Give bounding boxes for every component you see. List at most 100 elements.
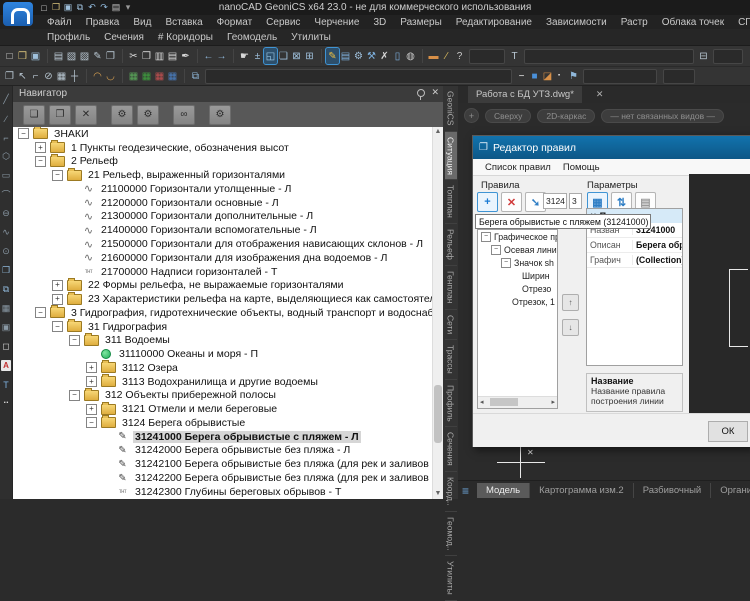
toolbar-combo[interactable] [205,69,512,84]
view-pill-— нет связанных видов —[interactable]: — нет связанных видов — [601,109,724,123]
add-view-button[interactable]: + [464,108,479,123]
rule-filter-field-2[interactable]: 3 [569,193,582,209]
table-a-button[interactable]: ▦ [153,68,166,84]
dialog-menu-Помощь[interactable]: Помощь [557,162,606,173]
side-tab-Генплан[interactable]: Генплан [445,266,457,309]
menu-item-Зависимости[interactable]: Зависимости [539,17,614,28]
dim-style-icon[interactable]: ⊟ [697,48,710,64]
color-swatch-icon[interactable]: ■ [528,68,541,84]
menu-item-Растр[interactable]: Растр [614,17,655,28]
tree-item[interactable]: ✎31242100 Берега обрывистые без пляжа (д… [13,457,443,471]
format-painter-button[interactable]: ❐ [3,68,16,84]
document-tab[interactable]: Работа с БД УТЗ.dwg* [468,86,582,103]
tree-hscrollbar[interactable]: ◂ ▸ [478,396,557,408]
tree-item[interactable]: +3121 Отмели и мели береговые [13,402,443,416]
tree-item[interactable]: +3113 Водохранилища и другие водоемы [13,375,443,389]
inspect-button[interactable]: ⚙ [352,48,365,64]
draw-pline-tool[interactable]: ⌐ [0,128,12,147]
zoom-realtime-button[interactable]: ± [251,48,264,64]
scroll-thumb[interactable] [490,398,518,406]
side-tab-Ситуация[interactable]: Ситуация [445,132,457,181]
menu-item-Сервис[interactable]: Сервис [259,17,307,28]
menu-item-Профиль[interactable]: Профиль [40,32,97,43]
ok-button[interactable]: ОК [708,421,748,442]
menu-item-Облака точек[interactable]: Облака точек [655,17,731,28]
toolbar-combo[interactable] [583,69,657,84]
collapse-minus-icon[interactable]: − [52,170,63,181]
menu-item-Файл[interactable]: Файл [40,17,79,28]
draw-spline-tool[interactable]: ∿ [0,223,12,242]
expand-plus-icon[interactable]: + [86,376,97,387]
white-tool[interactable]: ◻ [0,337,12,356]
tree-item[interactable]: −3 Гидрография, гидротехнические объекты… [13,306,443,320]
side-tab-Рельеф[interactable]: Рельеф [445,224,457,266]
rule-name-combo[interactable]: Берега обрывистые с пляжем (31241000) [475,214,651,229]
print-button[interactable]: ▤ [110,2,122,14]
zoom-scale-button[interactable]: ⊞ [303,48,316,64]
tools-a-button[interactable]: ⚒ [365,48,378,64]
tree-item[interactable]: 31110000 Океаны и моря - П [13,347,443,361]
pin-flag-icon[interactable]: ⚑ [567,68,580,84]
collapse-minus-icon[interactable]: − [69,335,80,346]
collapse-minus-icon[interactable]: − [86,417,97,428]
property-row[interactable]: Графич(Collection) [587,253,682,268]
tree-item[interactable]: −311 Водоемы [13,333,443,347]
scroll-down-icon[interactable]: ▼ [433,489,443,499]
side-tab-Геомод..[interactable]: Геомод.. [445,512,457,557]
text-t-tool[interactable]: T [0,375,12,394]
menu-item-3D[interactable]: 3D [366,17,393,28]
cut-button[interactable]: ✂ [127,48,140,64]
rule-tree-item[interactable]: Ширин [478,269,557,282]
save-button[interactable]: ▣ [62,2,74,14]
rule-tree-item[interactable]: Отрезо [478,282,557,295]
tree-item[interactable]: ∿21400000 Горизонтали вспомогательные - … [13,223,443,237]
menu-item-Вид[interactable]: Вид [126,17,158,28]
paste-button[interactable]: ▥ [153,48,166,64]
new-file-button[interactable]: □ [38,2,50,14]
arc-tool-button[interactable]: ◠ [91,68,104,84]
scroll-up-icon[interactable]: ▲ [433,127,443,137]
print-preview-button[interactable]: ▧ [65,48,78,64]
toolbar-combo[interactable] [663,69,695,84]
save-button[interactable]: ▣ [29,48,42,64]
points-tool[interactable]: ⠒ [0,394,12,413]
menu-item-Размеры[interactable]: Размеры [393,17,449,28]
nav-settings-button[interactable]: ⚙ [111,105,133,125]
edit-sheet-button[interactable]: ✎ [91,48,104,64]
menu-item-Черчение[interactable]: Черчение [307,17,366,28]
redo-button[interactable]: ↷ [98,2,110,14]
tree-item[interactable]: +23 Характеристики рельефа на карте, выд… [13,292,443,306]
rule-filter-field[interactable]: 3124 [543,193,567,209]
side-tab-Топплан[interactable]: Топплан [445,180,457,224]
array-button[interactable]: ▦ [55,68,68,84]
tree-item[interactable]: −ЗНАКИ [13,127,443,141]
collapse-minus-icon[interactable]: − [491,245,501,255]
tree-item[interactable]: +1 Пункты геодезические, обозначения выс… [13,141,443,155]
section-bar-button[interactable]: ▬ [427,48,440,64]
snap-button[interactable]: ┼ [68,68,81,84]
tree-item[interactable]: ∿21200000 Горизонтали основные - Л [13,196,443,210]
layout-tab-Разбивочный[interactable]: Разбивочный [634,483,712,498]
tree-item[interactable]: ∿21500000 Горизонтали для отображения на… [13,237,443,251]
tree-item[interactable]: ∿21300000 Горизонтали дополнительные - Л [13,210,443,224]
match-properties-button[interactable]: ✒ [179,48,192,64]
tree-item[interactable]: ∿21100000 Горизонтали утолщенные - Л [13,182,443,196]
property-row[interactable]: ОписанБерега обры [587,238,682,253]
polyline-edit-button[interactable]: ⌐ [29,68,42,84]
open-file-button[interactable]: ❒ [50,2,62,14]
layout-tab-Картограмма изм.2[interactable]: Картограмма изм.2 [530,483,634,498]
close-icon[interactable]: ✕ [431,88,439,97]
tree-item[interactable]: −2 Рельеф [13,155,443,169]
table-green-button[interactable]: ▦ [127,68,140,84]
delete-rule-button[interactable]: ✕ [501,192,522,212]
collapse-minus-icon[interactable]: − [18,128,29,139]
menu-item-Правка[interactable]: Правка [79,17,127,28]
tree-item[interactable]: +3112 Озера [13,361,443,375]
nav-find-button[interactable]: ∞ [173,105,195,125]
help-button[interactable]: ? [453,48,466,64]
tree-item[interactable]: тнт21700000 Надписи горизонталей - Т [13,265,443,279]
collapse-minus-icon[interactable]: − [481,232,491,242]
scroll-thumb[interactable] [434,385,442,443]
hatch-tool[interactable]: ▦ [0,299,12,318]
expand-plus-icon[interactable]: + [86,404,97,415]
